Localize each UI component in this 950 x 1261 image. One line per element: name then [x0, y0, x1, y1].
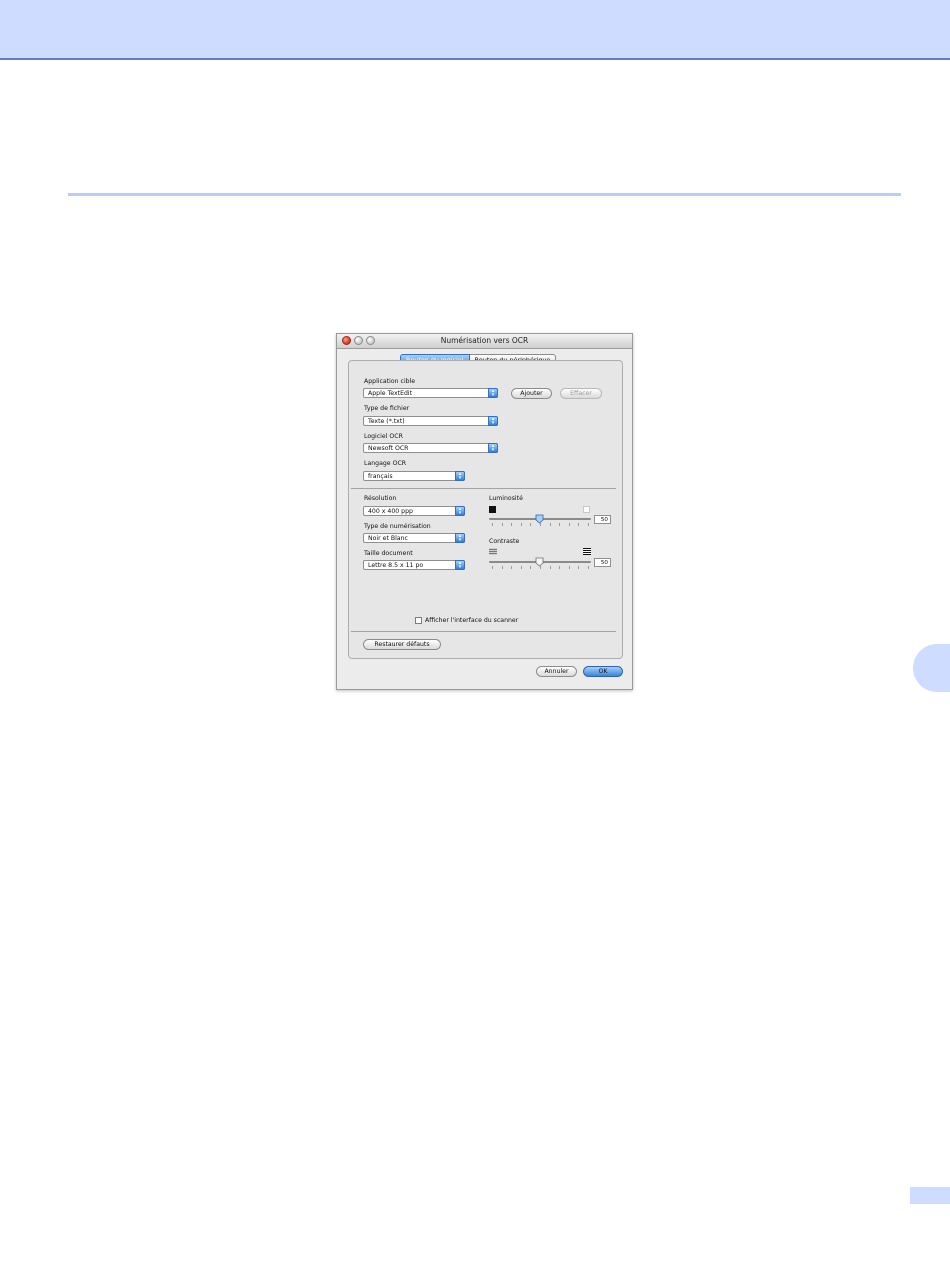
slider-tick-mark — [588, 523, 589, 526]
slider-tick-mark — [520, 523, 522, 526]
cancel-button[interactable]: Annuler — [536, 666, 577, 677]
slider-tick-mark — [549, 523, 551, 526]
popup-arrows-icon: ▴ ▾ — [455, 560, 465, 570]
slider-tick-mark — [578, 523, 580, 526]
window-title: Numérisation vers OCR — [440, 336, 529, 345]
doc-size-select[interactable]: Lettre 8.5 x 11 po ▴ ▾ — [363, 560, 465, 570]
slider-tick-mark — [540, 566, 541, 569]
ok-button[interactable]: OK — [583, 666, 623, 677]
page-header-band — [0, 0, 950, 60]
scan-type-select[interactable]: Noir et Blanc ▴ ▾ — [363, 533, 465, 543]
scan-type-label: Type de numérisation — [364, 523, 431, 530]
slider-tick-mark — [530, 566, 532, 569]
restore-defaults-button[interactable]: Restaurer défauts — [363, 639, 441, 650]
popup-arrows-icon: ▴ ▾ — [488, 416, 498, 426]
popup-arrows-icon: ▴ ▾ — [455, 533, 465, 543]
slider-tick-mark — [559, 566, 561, 569]
file-type-value: Texte (*.txt) — [368, 418, 405, 425]
target-app-label: Application cible — [364, 378, 416, 385]
ocr-language-select[interactable]: français ▴ ▾ — [363, 471, 465, 481]
separator — [351, 631, 616, 632]
slider-tick-mark — [559, 523, 561, 526]
chapter-tab — [913, 644, 950, 692]
show-scanner-interface-label: Afficher l'interface du scanner — [425, 617, 519, 624]
slider-tick-mark — [511, 523, 513, 526]
contrast-label: Contraste — [489, 538, 520, 545]
resolution-value: 400 x 400 ppp — [368, 508, 413, 515]
target-app-select[interactable]: Apple TextEdit ▴ ▾ — [363, 388, 498, 398]
ocr-language-label: Langage OCR — [364, 460, 407, 467]
contrast-value-field[interactable]: 50 — [594, 558, 611, 567]
slider-tick-mark — [578, 566, 580, 569]
popup-arrows-icon: ▴ ▾ — [488, 443, 498, 453]
resolution-label: Résolution — [364, 495, 397, 502]
slider-tick-mark — [568, 523, 570, 526]
popup-arrows-icon: ▴ ▾ — [455, 471, 465, 481]
show-scanner-interface-checkbox[interactable] — [415, 617, 422, 624]
section-divider — [68, 193, 901, 196]
slider-tick-mark — [568, 566, 570, 569]
slider-tick-mark — [540, 523, 541, 526]
scan-type-value: Noir et Blanc — [368, 535, 408, 542]
brightness-label: Luminosité — [489, 495, 523, 502]
page-number-tab — [910, 1187, 950, 1204]
ocr-software-label: Logiciel OCR — [364, 433, 403, 440]
ocr-software-value: Newsoft OCR — [368, 445, 409, 452]
resolution-select[interactable]: 400 x 400 ppp ▴ ▾ — [363, 506, 465, 516]
add-button[interactable]: Ajouter — [511, 388, 552, 399]
doc-size-label: Taille document — [364, 550, 413, 557]
light-square-icon — [583, 506, 590, 513]
separator — [351, 488, 616, 489]
slider-tick-mark — [549, 566, 551, 569]
file-type-select[interactable]: Texte (*.txt) ▴ ▾ — [363, 416, 498, 426]
ocr-software-select[interactable]: Newsoft OCR ▴ ▾ — [363, 443, 498, 453]
slider-tick-mark — [520, 566, 522, 569]
slider-tick-mark — [501, 523, 503, 526]
ocr-language-value: français — [368, 473, 393, 480]
slider-tick-mark — [511, 566, 513, 569]
delete-button[interactable]: Effacer — [560, 388, 602, 399]
slider-tick-mark — [501, 566, 503, 569]
doc-size-value: Lettre 8.5 x 11 po — [368, 562, 424, 569]
low-contrast-icon — [489, 548, 497, 555]
popup-arrows-icon: ▴ ▾ — [488, 388, 498, 398]
slider-tick-mark — [588, 566, 589, 569]
high-contrast-icon — [583, 548, 591, 555]
popup-arrows-icon: ▴ ▾ — [455, 506, 465, 516]
dark-square-icon — [489, 506, 496, 513]
slider-tick-mark — [530, 523, 532, 526]
slider-tick-mark — [492, 566, 493, 569]
slider-tick-mark — [492, 523, 493, 526]
brightness-value-field[interactable]: 50 — [594, 515, 611, 524]
window-titlebar[interactable]: Numérisation vers OCR — [337, 334, 632, 349]
file-type-label: Type de fichier — [364, 405, 410, 412]
target-app-value: Apple TextEdit — [368, 390, 413, 397]
scan-to-ocr-dialog: Numérisation vers OCR Bouton du logiciel… — [336, 333, 633, 690]
